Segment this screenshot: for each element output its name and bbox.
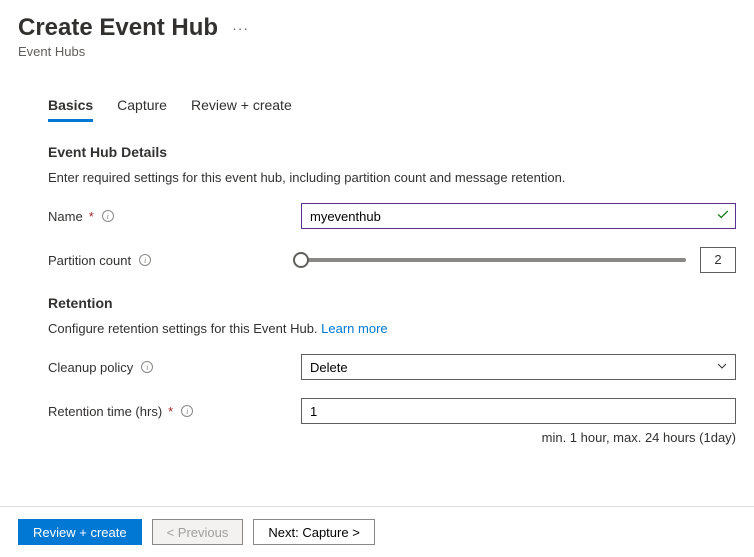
learn-more-link[interactable]: Learn more: [321, 321, 387, 336]
retention-hint: min. 1 hour, max. 24 hours (1day): [301, 430, 736, 445]
more-icon[interactable]: ···: [232, 20, 249, 36]
review-create-button[interactable]: Review + create: [18, 519, 142, 545]
slider-thumb[interactable]: [293, 252, 309, 268]
name-label-text: Name: [48, 209, 83, 224]
required-indicator: *: [168, 404, 173, 419]
retention-desc-text: Configure retention settings for this Ev…: [48, 321, 321, 336]
info-icon[interactable]: i: [181, 405, 193, 417]
tab-capture[interactable]: Capture: [117, 91, 167, 122]
next-button[interactable]: Next: Capture >: [253, 519, 374, 545]
previous-button: < Previous: [152, 519, 244, 545]
cleanup-select[interactable]: Delete: [301, 354, 736, 380]
name-input[interactable]: [301, 203, 736, 229]
name-label: Name * i: [48, 209, 301, 224]
tab-basics[interactable]: Basics: [48, 91, 93, 122]
check-icon: [716, 207, 730, 224]
page-header: Create Event Hub ··· Event Hubs: [0, 0, 754, 65]
info-icon[interactable]: i: [141, 361, 153, 373]
retention-time-input[interactable]: [301, 398, 736, 424]
cleanup-label: Cleanup policy i: [48, 360, 301, 375]
cleanup-label-text: Cleanup policy: [48, 360, 133, 375]
breadcrumb[interactable]: Event Hubs: [18, 44, 736, 59]
section-title-retention: Retention: [48, 295, 736, 311]
retention-time-label-text: Retention time (hrs): [48, 404, 162, 419]
page-title: Create Event Hub: [18, 14, 218, 42]
section-desc-retention: Configure retention settings for this Ev…: [48, 321, 736, 336]
required-indicator: *: [89, 209, 94, 224]
info-icon[interactable]: i: [102, 210, 114, 222]
partition-slider[interactable]: [301, 258, 686, 262]
tabs: Basics Capture Review + create: [48, 91, 736, 122]
footer: Review + create < Previous Next: Capture…: [0, 506, 754, 557]
tab-review-create[interactable]: Review + create: [191, 91, 292, 122]
info-icon[interactable]: i: [139, 254, 151, 266]
partition-label: Partition count i: [48, 253, 301, 268]
section-desc-details: Enter required settings for this event h…: [48, 170, 736, 185]
section-title-details: Event Hub Details: [48, 144, 736, 160]
partition-value[interactable]: 2: [700, 247, 736, 273]
partition-label-text: Partition count: [48, 253, 131, 268]
retention-time-label: Retention time (hrs) * i: [48, 404, 301, 419]
